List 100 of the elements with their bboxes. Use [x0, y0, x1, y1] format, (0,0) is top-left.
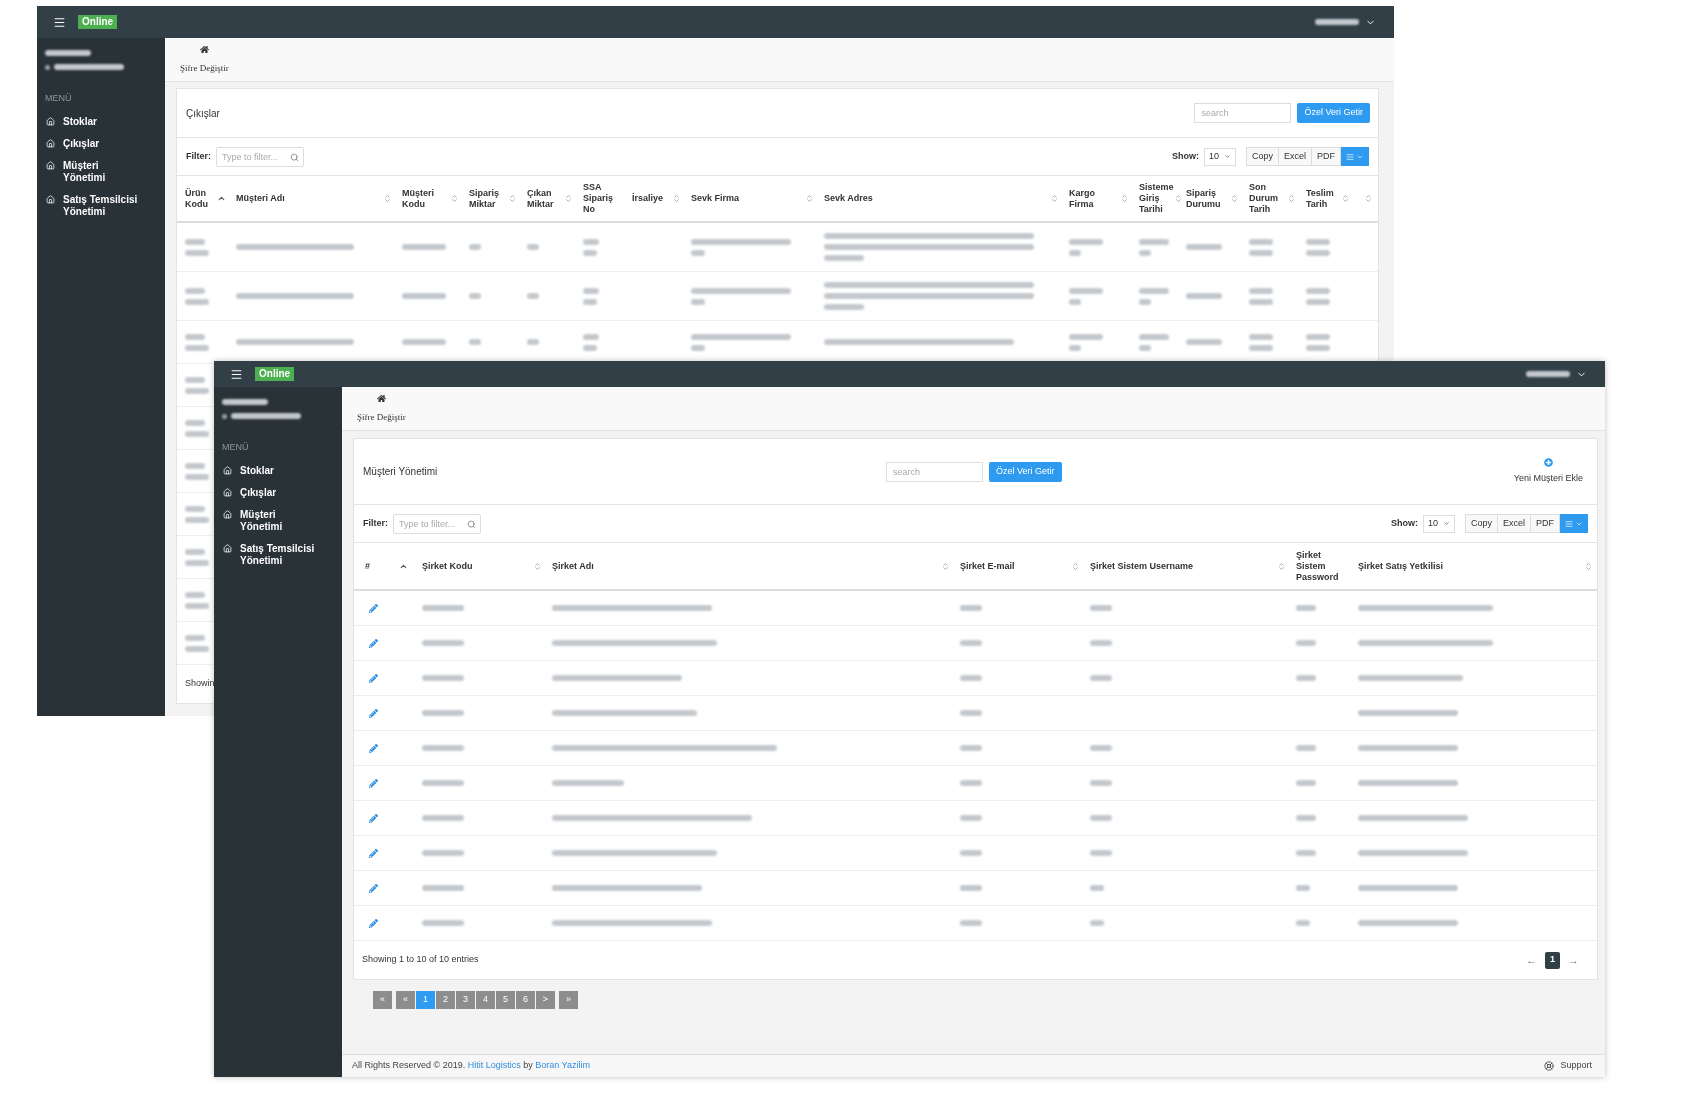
sort-icon[interactable] — [1071, 561, 1080, 571]
pager-page[interactable]: 1 — [1545, 951, 1560, 969]
chevron-down-icon — [1442, 520, 1450, 527]
edit-icon[interactable] — [369, 918, 378, 928]
sidebar-item[interactable]: Çıkışlar — [214, 486, 342, 499]
filter-field[interactable]: Type to filter... — [216, 146, 304, 167]
sidebar-item[interactable]: Müşteri Yönetimi — [37, 159, 165, 184]
blurred-text — [402, 244, 446, 250]
search-field[interactable]: search — [1194, 103, 1292, 123]
blurred-text — [1249, 298, 1273, 305]
blurred-text — [1296, 780, 1316, 786]
edit-icon[interactable] — [369, 813, 378, 823]
edit-icon[interactable] — [369, 673, 378, 683]
blurred-text — [960, 850, 982, 856]
status-badge: Online — [255, 367, 295, 381]
edit-icon[interactable] — [369, 883, 378, 893]
blurred-text — [54, 64, 124, 70]
column-menu-button[interactable] — [1341, 147, 1369, 166]
blurred-text — [960, 640, 982, 646]
edit-icon[interactable] — [369, 603, 378, 613]
blurred-text — [1296, 605, 1316, 611]
sort-up-icon[interactable] — [217, 194, 226, 203]
blurred-text — [185, 516, 209, 523]
blurred-text — [1090, 780, 1112, 786]
column-header: Şirket E-mail — [960, 560, 1015, 572]
home-icon — [223, 465, 232, 475]
list-icon — [1565, 519, 1573, 528]
sort-icon[interactable] — [533, 561, 542, 571]
support-link[interactable]: Support — [1560, 1059, 1592, 1073]
sort-icon[interactable] — [1120, 194, 1129, 203]
sort-icon[interactable] — [1584, 561, 1593, 571]
export-button[interactable]: PDF — [1311, 147, 1341, 166]
blurred-text — [1249, 287, 1273, 294]
sort-icon[interactable] — [1173, 194, 1183, 203]
blurred-text — [1069, 344, 1081, 351]
sidebar-item[interactable]: Satış Temsilcisi Yönetimi — [214, 542, 342, 567]
blurred-text — [691, 298, 705, 305]
plus-icon — [1543, 457, 1553, 467]
blurred-text — [1526, 371, 1570, 377]
filter-field[interactable]: Type to filter... — [393, 513, 481, 534]
sidebar-item[interactable]: Çıkışlar — [37, 137, 165, 150]
blurred-text — [1249, 238, 1273, 245]
edit-icon[interactable] — [369, 708, 378, 718]
sort-icon[interactable] — [1050, 194, 1059, 203]
edit-icon[interactable] — [369, 743, 378, 753]
change-password-link[interactable]: Şifre Değiştir — [357, 411, 406, 425]
blurred-text — [185, 387, 209, 394]
menu-icon[interactable] — [230, 367, 243, 381]
sort-icon[interactable] — [672, 194, 681, 203]
sort-icon[interactable] — [564, 194, 573, 203]
home-icon[interactable] — [376, 394, 386, 403]
blurred-text — [185, 602, 209, 609]
edit-icon[interactable] — [369, 848, 378, 858]
page-size-select[interactable]: 10 — [1203, 147, 1236, 166]
sort-icon[interactable] — [1287, 194, 1296, 203]
blurred-text — [1249, 344, 1273, 351]
blurred-text — [185, 559, 209, 566]
blurred-text — [185, 645, 209, 652]
column-header: Şirket Satış Yetkilisi — [1358, 560, 1443, 572]
change-password-link[interactable]: Şifre Değiştir — [180, 62, 229, 76]
blurred-text — [185, 548, 205, 555]
column-header: Sipariş Miktar — [469, 187, 500, 210]
export-button[interactable]: Copy — [1245, 147, 1279, 166]
sidebar-item[interactable]: Stoklar — [214, 464, 342, 477]
sort-icon[interactable] — [1277, 561, 1286, 571]
blurred-text — [1069, 298, 1081, 305]
sort-icon[interactable] — [508, 194, 517, 203]
blurred-text — [552, 780, 624, 786]
edit-icon[interactable] — [369, 778, 378, 788]
blurred-text — [583, 287, 599, 294]
sidebar-item[interactable]: Müşteri Yönetimi — [214, 508, 342, 533]
page-size-select[interactable]: 10 — [1422, 514, 1455, 533]
blurred-text — [583, 249, 597, 256]
sort-icon[interactable] — [450, 194, 459, 203]
blurred-text — [527, 339, 539, 345]
add-customer-button[interactable]: Yeni Müşteri Ekle — [1513, 457, 1589, 486]
column-header: Müşteri Kodu — [402, 187, 435, 210]
column-header: Son Durum Tarih — [1249, 182, 1279, 215]
sort-icon[interactable] — [805, 194, 814, 203]
blurred-text — [1139, 333, 1169, 340]
menu-icon[interactable] — [53, 15, 66, 29]
sort-icon[interactable] — [1230, 194, 1239, 203]
sort-icon[interactable] — [1364, 194, 1373, 203]
search-field[interactable]: search — [886, 461, 983, 482]
sidebar-item[interactable]: Stoklar — [37, 115, 165, 128]
blurred-text — [1306, 333, 1330, 340]
column-menu-button[interactable] — [1560, 514, 1588, 533]
blurred-text — [469, 293, 481, 299]
sort-icon[interactable] — [383, 194, 392, 203]
export-button[interactable]: Copy — [1464, 514, 1498, 533]
sort-icon[interactable] — [941, 561, 950, 571]
blurred-text — [422, 850, 464, 856]
home-icon[interactable] — [199, 45, 209, 54]
export-button[interactable]: PDF — [1530, 514, 1560, 533]
home-icon — [46, 138, 55, 148]
sort-icon[interactable] — [1341, 194, 1350, 203]
blurred-text — [1296, 885, 1310, 891]
sidebar-item[interactable]: Satış Temsilcisi Yönetimi — [37, 193, 165, 218]
edit-icon[interactable] — [369, 638, 378, 648]
blurred-text — [960, 815, 982, 821]
